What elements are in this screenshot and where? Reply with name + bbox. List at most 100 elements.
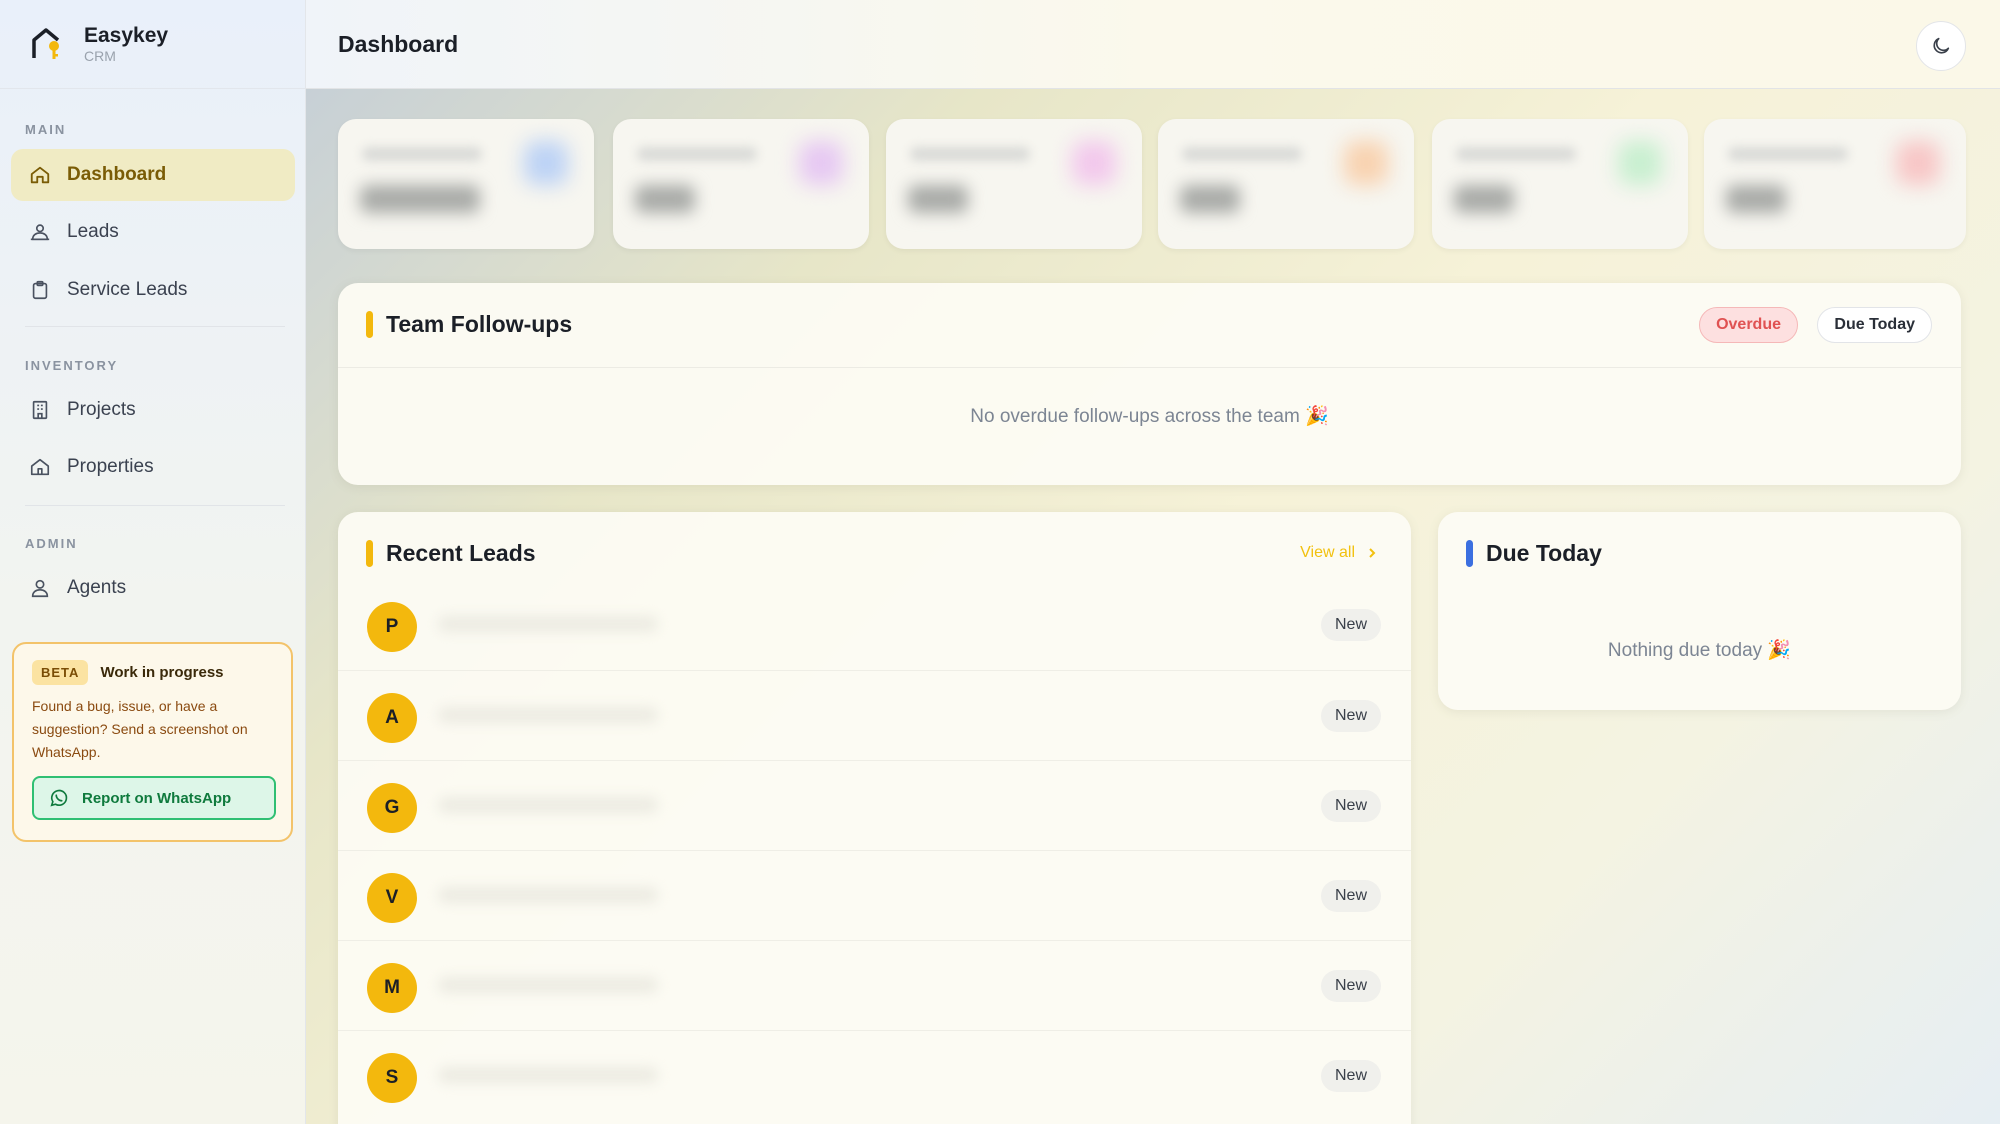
- stat-value-placeholder: [1454, 185, 1514, 213]
- status-badge: New: [1320, 790, 1381, 822]
- avatar: P: [367, 602, 417, 652]
- title-accent-bar: [1466, 540, 1473, 567]
- stat-icon: [1072, 141, 1116, 185]
- view-all-link[interactable]: View all: [1300, 544, 1379, 562]
- due-today-card: Due Today Nothing due today 🎉: [1438, 512, 1961, 710]
- moon-icon: [1933, 37, 1950, 54]
- building-icon: [32, 400, 48, 420]
- whatsapp-button-label: Report on WhatsApp: [82, 789, 232, 807]
- lead-row[interactable]: P New: [338, 580, 1411, 670]
- recent-leads-card: Recent Leads View all P New A New G New …: [338, 512, 1411, 1124]
- lead-name-placeholder: [438, 1067, 658, 1083]
- stat-icon: [1344, 141, 1388, 185]
- lead-name-placeholder: [438, 887, 658, 903]
- lead-name-placeholder: [438, 616, 658, 632]
- lead-row[interactable]: G New: [338, 760, 1411, 850]
- status-badge: New: [1320, 970, 1381, 1002]
- sidebar-item-label: Service Leads: [67, 279, 188, 300]
- followups-title: Team Follow-ups: [386, 311, 573, 337]
- sidebar-item-label: Agents: [67, 577, 127, 598]
- stat-label-placeholder: [1728, 147, 1848, 161]
- stat-icon: [799, 141, 843, 185]
- stat-icon: [524, 141, 568, 185]
- stat-card[interactable]: [1704, 119, 1966, 249]
- clipboard-icon: [32, 280, 48, 300]
- stat-label-placeholder: [1456, 147, 1576, 161]
- brand-name: Easykey: [84, 24, 169, 47]
- due-today-empty-message: Nothing due today 🎉: [1607, 640, 1792, 661]
- brand[interactable]: Easykey CRM: [0, 0, 305, 89]
- whatsapp-icon: [50, 789, 68, 807]
- team-followups-card: Team Follow-ups Overdue Due Today No ove…: [338, 283, 1961, 485]
- sidebar-item-label: Properties: [67, 456, 154, 477]
- stat-value-placeholder: [1180, 185, 1240, 213]
- status-badge: New: [1320, 880, 1381, 912]
- stat-card[interactable]: [886, 119, 1142, 249]
- brand-subtitle: CRM: [84, 48, 116, 64]
- theme-toggle-button[interactable]: [1916, 21, 1966, 71]
- home-icon: [30, 166, 50, 184]
- tab-due-today[interactable]: Due Today: [1817, 307, 1932, 343]
- avatar: G: [367, 783, 417, 833]
- sidebar: Easykey CRM MAIN Dashboard Leads Service…: [0, 0, 306, 1124]
- stat-label-placeholder: [1182, 147, 1302, 161]
- view-all-label: View all: [1300, 544, 1355, 561]
- lead-row[interactable]: M New: [338, 940, 1411, 1030]
- stat-label-placeholder: [362, 147, 482, 161]
- due-today-title: Due Today: [1486, 540, 1602, 566]
- users-icon: [30, 224, 50, 241]
- card-divider: [338, 367, 1961, 368]
- sidebar-item-label: Leads: [67, 221, 119, 242]
- house-icon: [30, 458, 50, 476]
- sidebar-item-agents[interactable]: Agents: [11, 562, 295, 614]
- sidebar-item-label: Dashboard: [67, 164, 167, 185]
- sidebar-item-label: Projects: [67, 399, 136, 420]
- stat-value-placeholder: [635, 185, 695, 213]
- sidebar-divider: [25, 326, 285, 327]
- sidebar-item-service-leads[interactable]: Service Leads: [11, 264, 295, 316]
- page-title: Dashboard: [338, 31, 459, 57]
- stat-value-placeholder: [1726, 185, 1786, 213]
- sidebar-item-leads[interactable]: Leads: [11, 206, 295, 258]
- stat-icon: [1618, 141, 1662, 185]
- followups-empty-message: No overdue follow-ups across the team 🎉: [970, 406, 1329, 427]
- main-content: Team Follow-ups Overdue Due Today No ove…: [306, 89, 2000, 1124]
- stat-icon: [1896, 141, 1940, 185]
- section-title-admin: ADMIN: [25, 536, 78, 551]
- status-badge: New: [1320, 700, 1381, 732]
- lead-name-placeholder: [438, 977, 658, 993]
- easykey-logo-icon: [32, 28, 60, 59]
- section-title-inventory: INVENTORY: [25, 358, 119, 373]
- topbar: Dashboard: [306, 0, 2000, 89]
- beta-title: Work in progress: [100, 664, 224, 681]
- section-title-main: MAIN: [25, 122, 67, 137]
- beta-feedback-card: BETA Work in progress Found a bug, issue…: [12, 642, 293, 842]
- avatar: V: [367, 873, 417, 923]
- avatar: S: [367, 1053, 417, 1103]
- stat-card[interactable]: [613, 119, 869, 249]
- sidebar-item-dashboard[interactable]: Dashboard: [11, 149, 295, 201]
- stat-label-placeholder: [637, 147, 757, 161]
- lead-row[interactable]: V New: [338, 850, 1411, 940]
- lead-row[interactable]: A New: [338, 670, 1411, 760]
- sidebar-item-projects[interactable]: Projects: [11, 384, 295, 436]
- title-accent-bar: [366, 311, 373, 338]
- status-badge: New: [1320, 609, 1381, 641]
- beta-badge: BETA: [32, 660, 89, 685]
- avatar: M: [367, 963, 417, 1013]
- sidebar-item-properties[interactable]: Properties: [11, 441, 295, 493]
- report-on-whatsapp-button[interactable]: Report on WhatsApp: [32, 776, 276, 820]
- chevron-right-icon: [1369, 548, 1376, 558]
- lead-row[interactable]: S New: [338, 1030, 1411, 1120]
- lead-name-placeholder: [438, 707, 658, 723]
- status-badge: New: [1320, 1060, 1381, 1092]
- sidebar-divider: [25, 505, 285, 506]
- recent-leads-title: Recent Leads: [386, 540, 536, 566]
- stat-card[interactable]: [1432, 119, 1688, 249]
- tab-overdue[interactable]: Overdue: [1699, 307, 1798, 343]
- avatar: A: [367, 693, 417, 743]
- lead-name-placeholder: [438, 797, 658, 813]
- stat-value-placeholder: [908, 185, 968, 213]
- stat-card[interactable]: [338, 119, 594, 249]
- stat-card[interactable]: [1158, 119, 1414, 249]
